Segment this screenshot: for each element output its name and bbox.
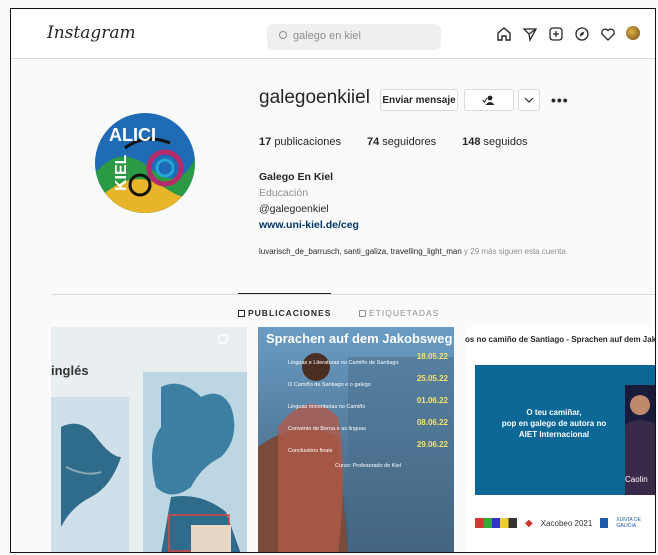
search-icon [279,31,287,39]
followed-by-names: luvarisch_de_barrusch, santi_galiza, tra… [259,247,462,256]
bio-category: Educación [259,187,309,199]
browser-frame: Instagram galego en kiel ALICI KIEL gale… [10,8,656,553]
person-name: Caolin [625,475,648,484]
profile-stats: 17 publicaciones 74 seguidores 148 segui… [259,136,528,148]
map-image [51,327,247,552]
xunta-logo [600,518,609,528]
posts-count: 17 publicaciones [259,136,341,148]
bio-handle: @galegoenkiel [259,203,329,215]
bio-name: Galego En Kiel [259,171,334,183]
bio-link[interactable]: www.uni-kiel.de/ceg [259,217,359,233]
xacobeo-logo: ◆ [525,517,533,529]
home-icon[interactable] [496,26,512,42]
instagram-logo[interactable]: Instagram [47,23,136,43]
top-navigation-bar: Instagram galego en kiel [11,9,655,59]
poster-schedule: 18.05.22 Linguas e Literaturas no Camiño… [288,352,448,470]
person-check-icon [482,95,495,105]
svg-text:KIEL: KIEL [113,154,130,191]
explore-icon[interactable] [574,26,590,42]
profile-username: galegoenkiiel [259,87,370,108]
followed-by-rest: y 29 más siguen esta cuenta [464,247,566,256]
tab-posts[interactable]: PUBLICACIONES [238,293,332,318]
post-caption: inglés [51,363,89,378]
search-input[interactable]: galego en kiel [267,24,441,50]
grid-icon [238,310,245,317]
send-message-button[interactable]: Enviar mensaje [380,89,458,111]
poster-title: os no camiño de Santiago - Sprachen auf … [465,335,656,344]
following-count[interactable]: 148 seguidos [462,136,527,148]
galicia-kiel-logo: ALICI KIEL [95,113,195,213]
poster-title: Sprachen auf dem Jakobsweg [266,331,453,346]
new-post-icon[interactable] [548,26,564,42]
followed-by-text[interactable]: luvarisch_de_barrusch, santi_galiza, tra… [259,247,566,256]
profile-tabs: PUBLICACIONES ETIQUETADAS [51,293,655,324]
post-thumbnail-2[interactable]: Sprachen auf dem Jakobsweg 18.05.22 Ling… [258,327,454,552]
nav-icons [496,26,640,42]
search-placeholder: galego en kiel [293,30,361,42]
followers-count[interactable]: 74 seguidores [367,136,436,148]
sponsor-logos: ◆ Xacobeo 2021 XUNTA DE GALICIA [475,517,655,529]
xunta-label: XUNTA DE GALICIA [616,517,641,529]
university-logo [475,518,517,528]
more-options-icon[interactable]: ••• [551,92,569,108]
xacobeo-label: Xacobeo 2021 [540,518,593,528]
direct-icon[interactable] [522,26,538,42]
chevron-down-icon [524,97,534,103]
tab-tagged[interactable]: ETIQUETADAS [359,308,439,318]
banner-text: O teu camiñar, pop en galego de autora n… [501,408,607,439]
user-avatar-icon[interactable] [626,26,640,40]
post-thumbnail-1[interactable]: inglés [51,327,247,552]
suggested-dropdown-button[interactable] [518,89,540,111]
follow-button[interactable] [464,89,514,111]
post-thumbnail-3[interactable]: os no camiño de Santiago - Sprachen auf … [465,327,656,552]
heart-icon[interactable] [600,26,616,42]
svg-text:ALICI: ALICI [109,125,156,145]
profile-bio: Galego En Kiel Educación @galegoenkiel w… [259,169,359,233]
tag-icon [359,310,366,317]
profile-picture[interactable]: ALICI KIEL [95,113,195,213]
